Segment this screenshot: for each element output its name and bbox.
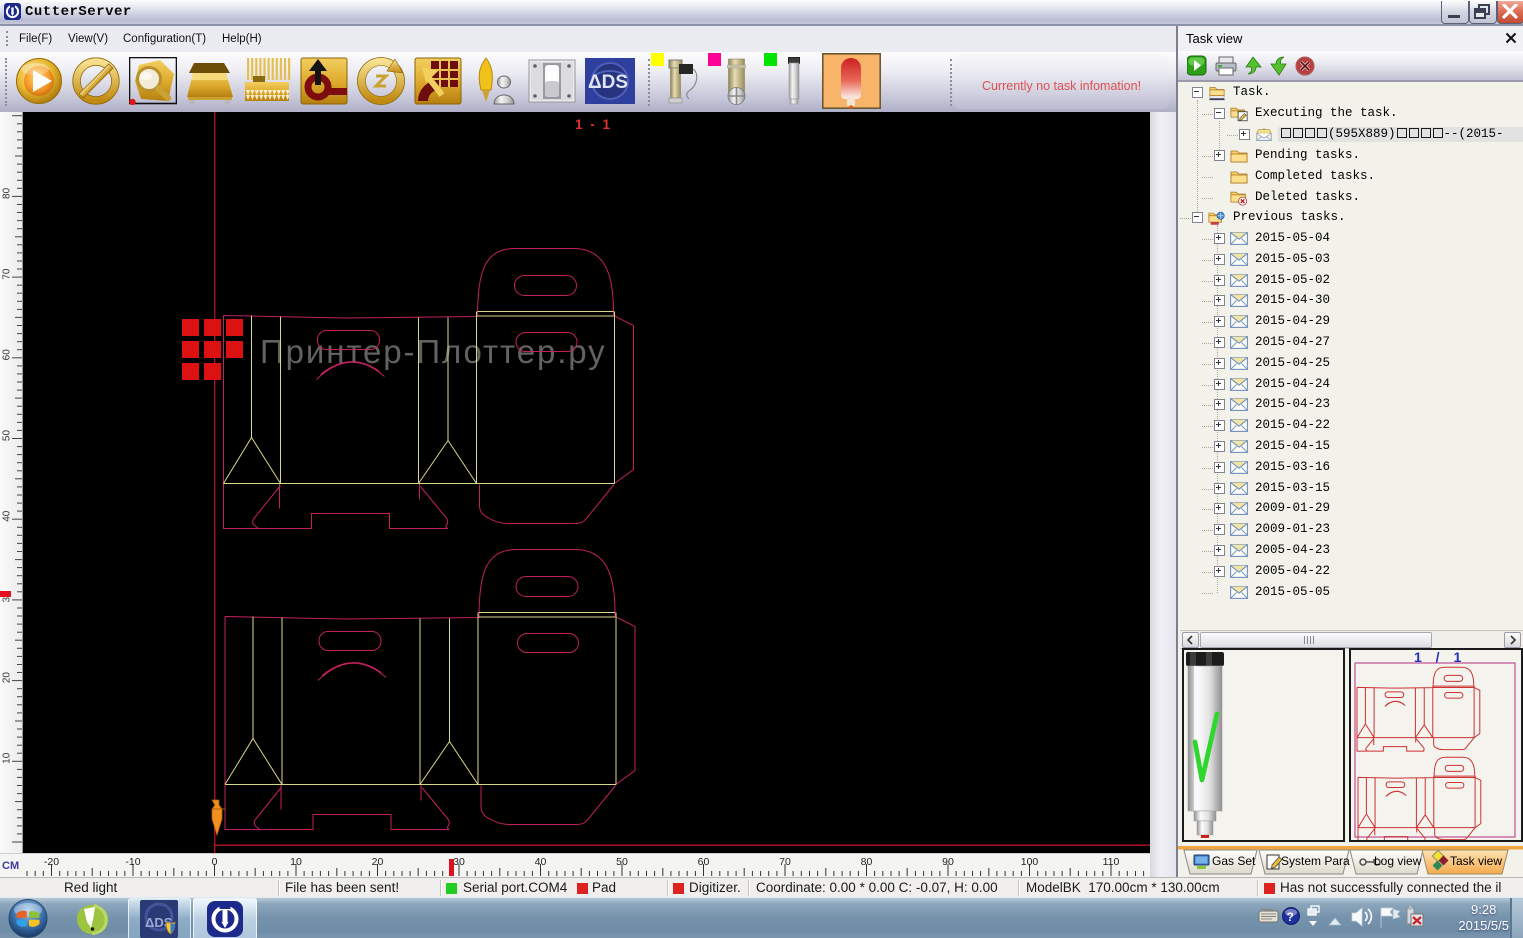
svg-text:80: 80 (861, 856, 873, 868)
svg-text:40: 40 (535, 856, 547, 868)
svg-text:System Para: System Para (1281, 854, 1350, 868)
svg-text:60: 60 (698, 856, 710, 868)
svg-text:20: 20 (2, 672, 13, 684)
svg-text:40: 40 (2, 510, 13, 522)
svg-text:Gas Set: Gas Set (1212, 854, 1256, 868)
svg-text:1 - 1: 1 - 1 (575, 117, 612, 132)
svg-text:60: 60 (2, 349, 13, 361)
svg-text:Task view: Task view (1450, 854, 1502, 868)
svg-text:Log view: Log view (1374, 854, 1422, 868)
svg-text:70: 70 (2, 268, 13, 280)
svg-text:70: 70 (779, 856, 791, 868)
svg-text:10: 10 (290, 856, 302, 868)
svg-text:100: 100 (1021, 856, 1039, 868)
svg-text:CM: CM (2, 860, 19, 872)
svg-text:-10: -10 (125, 856, 140, 868)
svg-text:-20: -20 (44, 856, 59, 868)
svg-text:?: ? (1287, 910, 1294, 924)
svg-text:ΔDS: ΔDS (588, 72, 628, 93)
svg-text:80: 80 (2, 187, 13, 199)
svg-text:90: 90 (942, 856, 954, 868)
svg-text:50: 50 (2, 430, 13, 442)
svg-text:50: 50 (616, 856, 628, 868)
svg-text:0: 0 (212, 856, 218, 868)
svg-text:110: 110 (1103, 856, 1120, 868)
svg-text:20: 20 (372, 856, 384, 868)
svg-text:10: 10 (2, 752, 13, 764)
svg-text:30: 30 (453, 856, 465, 868)
